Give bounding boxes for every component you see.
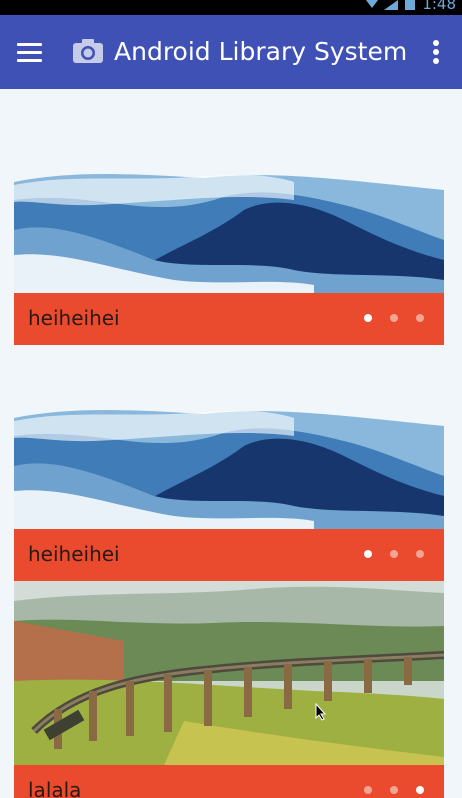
banner-image-railway — [14, 581, 444, 765]
banner-card[interactable]: heiheihei — [14, 160, 444, 345]
banner-card[interactable]: heiheihei lalala — [14, 396, 444, 798]
banner-caption-bar: lalala — [14, 765, 444, 798]
menu-button[interactable] — [10, 33, 50, 71]
page-indicator — [364, 786, 424, 794]
page-dot[interactable] — [416, 550, 424, 558]
page-indicator — [364, 314, 424, 322]
status-time: 1:48 — [422, 0, 456, 13]
battery-icon — [405, 0, 416, 10]
overflow-menu-button[interactable] — [424, 33, 448, 71]
banner-caption: heiheihei — [28, 542, 120, 566]
banner-caption: lalala — [28, 778, 82, 798]
page-dot[interactable] — [416, 786, 424, 794]
page-indicator — [364, 550, 424, 558]
banner-image-mountains — [14, 160, 444, 293]
camera-icon — [73, 39, 103, 63]
page-dot[interactable] — [390, 550, 398, 558]
menu-icon-line — [17, 51, 42, 54]
banner-caption-bar: heiheihei — [14, 293, 444, 345]
status-icons: 1:48 — [366, 0, 456, 12]
page-dot[interactable] — [364, 786, 372, 794]
page-dot[interactable] — [364, 550, 372, 558]
page-dot[interactable] — [416, 314, 424, 322]
banner-caption: heiheihei — [28, 306, 120, 330]
banner-image-mountains — [14, 396, 444, 529]
page-dot[interactable] — [390, 314, 398, 322]
page-dot[interactable] — [390, 786, 398, 794]
menu-icon-line — [17, 59, 42, 62]
status-bar: 1:48 — [0, 0, 462, 15]
banner-caption-bar: heiheihei — [14, 529, 444, 581]
mouse-cursor-icon — [315, 703, 327, 721]
signal-icon — [384, 0, 399, 10]
app-title: Android Library System — [114, 37, 408, 66]
menu-icon — [17, 43, 42, 46]
more-vert-icon-dot — [433, 49, 439, 55]
wifi-icon — [366, 0, 378, 8]
page-dot[interactable] — [364, 314, 372, 322]
more-vert-icon — [433, 40, 439, 46]
app-bar: Android Library System — [0, 15, 462, 89]
more-vert-icon-dot — [433, 58, 439, 64]
